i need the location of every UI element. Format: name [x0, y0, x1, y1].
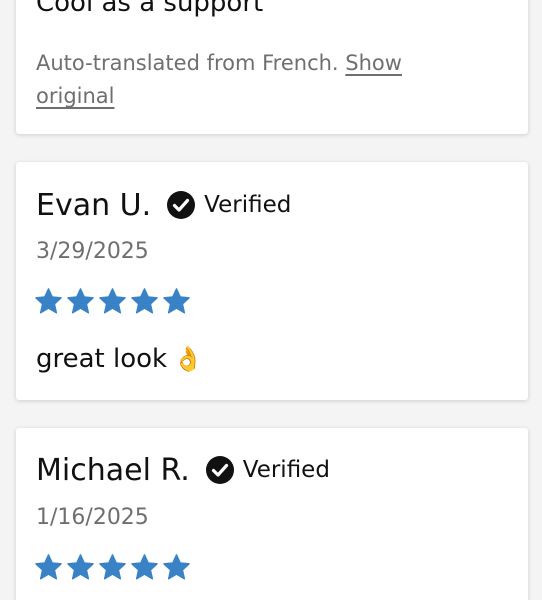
star-icon: [131, 554, 158, 580]
translation-note-text: Auto-translated from French.: [36, 51, 339, 75]
star-icon: [99, 554, 126, 580]
review-body: Cool as a support: [36, 0, 264, 18]
star-icon: [67, 288, 94, 314]
review-body: great look 👌: [36, 342, 203, 376]
star-icon: [99, 288, 126, 314]
review-date: 3/29/2025: [36, 239, 149, 264]
star-icon: [35, 554, 62, 580]
verified-badge: Verified: [242, 457, 330, 483]
star-icon: [67, 554, 94, 580]
star-icon: [163, 554, 190, 580]
star-rating: [34, 287, 191, 316]
reviewer-row: Michael R. Verified: [36, 450, 330, 490]
reviews-list: Cool as a support Auto-translated from F…: [0, 0, 542, 600]
reviewer-name: Michael R.: [36, 452, 190, 488]
review-card: Cool as a support Auto-translated from F…: [16, 0, 528, 134]
reviewer-name: Evan U.: [36, 187, 152, 223]
review-card: Evan U. Verified 3/29/2025 great look 👌: [16, 162, 528, 400]
review-body-text: great look: [36, 344, 168, 374]
verified-check-icon: [167, 191, 196, 219]
verified-check-icon: [205, 456, 234, 484]
verified-badge: Verified: [204, 192, 292, 218]
translation-note: Auto-translated from French. Show origin…: [36, 47, 466, 113]
star-icon: [35, 288, 62, 314]
star-rating: [34, 553, 191, 582]
ok-hand-emoji: 👌: [173, 345, 203, 373]
star-icon: [131, 288, 158, 314]
review-card: Michael R. Verified 1/16/2025: [16, 428, 528, 600]
reviewer-row: Evan U. Verified: [36, 185, 291, 225]
review-date: 1/16/2025: [36, 505, 149, 530]
star-icon: [163, 288, 190, 314]
